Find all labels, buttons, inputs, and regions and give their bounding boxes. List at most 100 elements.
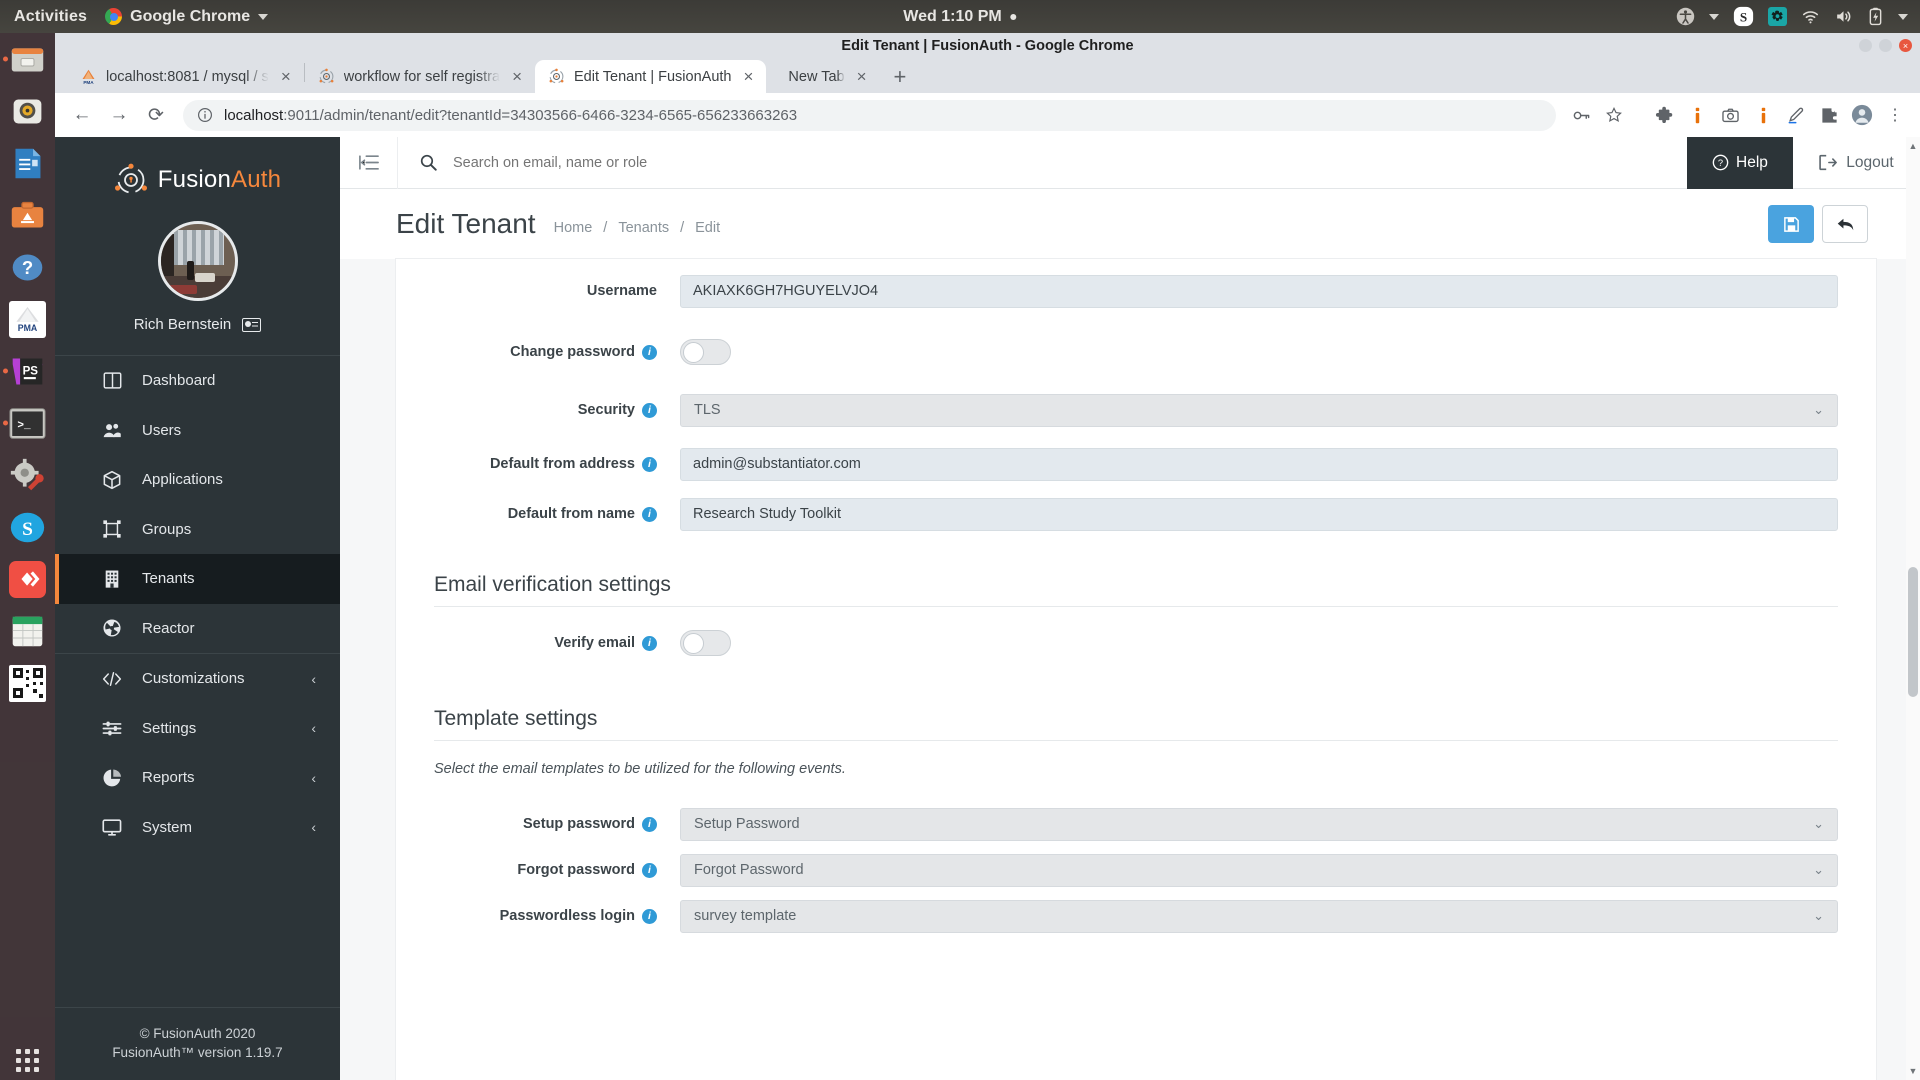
- dock-item-ubuntu-software[interactable]: [0, 189, 55, 241]
- pen-icon[interactable]: [1781, 100, 1811, 130]
- extensions-icon[interactable]: [1814, 100, 1844, 130]
- sidebar-item-tenants[interactable]: Tenants: [55, 554, 340, 604]
- browser-tab-4[interactable]: New Tab ×: [766, 60, 879, 93]
- info-icon[interactable]: i: [642, 403, 657, 418]
- star-icon[interactable]: [1599, 100, 1629, 130]
- info-orange-icon[interactable]: [1682, 100, 1712, 130]
- info-icon[interactable]: i: [642, 636, 657, 651]
- dock-item-phpmyadmin[interactable]: PMA: [0, 293, 55, 345]
- default-from-name-input[interactable]: Research Study Toolkit: [680, 498, 1838, 531]
- avatar[interactable]: [158, 221, 238, 301]
- page-scrollbar[interactable]: ▲ ▼: [1906, 137, 1920, 1080]
- passwordless-login-select[interactable]: survey template ⌄: [680, 900, 1838, 933]
- clock-button[interactable]: Wed 1:10 PM: [903, 8, 1016, 26]
- info-icon[interactable]: i: [642, 817, 657, 832]
- app-menu-chrome[interactable]: Google Chrome: [105, 8, 268, 26]
- avatar[interactable]: [1847, 100, 1877, 130]
- dock-item-qr-app[interactable]: [0, 657, 55, 709]
- browser-tab-3-active[interactable]: Edit Tenant | FusionAuth ×: [535, 60, 766, 93]
- info-icon[interactable]: i: [642, 345, 657, 360]
- chevron-down-icon[interactable]: [1709, 14, 1719, 20]
- change-password-toggle[interactable]: [680, 339, 731, 365]
- menu-icon[interactable]: ⋮: [1880, 100, 1910, 130]
- breadcrumb-home[interactable]: Home: [554, 220, 593, 236]
- username-input[interactable]: AKIAXK6GH7HGUYELVJO4: [680, 275, 1838, 308]
- camera-icon[interactable]: [1715, 100, 1745, 130]
- scroll-down-icon[interactable]: ▼: [1908, 1066, 1918, 1076]
- info-orange2-icon[interactable]: [1748, 100, 1778, 130]
- page-info-icon[interactable]: [197, 107, 213, 123]
- sidebar-item-customizations[interactable]: Customizations ‹: [55, 654, 340, 704]
- dock-item-anydesk[interactable]: [0, 553, 55, 605]
- sidebar-user-name[interactable]: Rich Bernstein: [134, 316, 262, 333]
- volume-icon[interactable]: [1834, 7, 1853, 26]
- sidebar-item-users[interactable]: Users: [55, 406, 340, 456]
- address-bar[interactable]: localhost:9011/admin/tenant/edit?tenantI…: [183, 100, 1556, 131]
- reload-button[interactable]: ⟳: [139, 98, 173, 132]
- logout-button[interactable]: Logout: [1793, 137, 1920, 189]
- info-icon[interactable]: i: [642, 863, 657, 878]
- search-input[interactable]: [453, 155, 933, 171]
- close-tab-icon[interactable]: ×: [509, 66, 525, 87]
- battery-icon[interactable]: [1867, 7, 1884, 26]
- forward-button[interactable]: →: [102, 98, 136, 132]
- close-tab-icon[interactable]: ×: [278, 66, 294, 87]
- scrollbar-thumb[interactable]: [1908, 567, 1918, 697]
- dock-item-sound-recorder[interactable]: [0, 85, 55, 137]
- sidebar-item-settings[interactable]: Settings ‹: [55, 704, 340, 754]
- security-select[interactable]: TLS ⌄: [680, 394, 1838, 427]
- maximize-button[interactable]: [1879, 39, 1892, 52]
- minimize-button[interactable]: [1859, 39, 1872, 52]
- save-button[interactable]: [1768, 205, 1814, 243]
- close-tab-icon[interactable]: ×: [854, 66, 870, 87]
- dock-item-help[interactable]: ?: [0, 241, 55, 293]
- wifi-icon[interactable]: [1801, 7, 1820, 26]
- browser-tab-1[interactable]: PMA localhost:8081 / mysql / s ×: [67, 60, 304, 93]
- sidebar-item-reports[interactable]: Reports ‹: [55, 753, 340, 803]
- chevron-down-icon[interactable]: [1898, 14, 1908, 20]
- sidebar-item-label: Settings: [142, 720, 196, 737]
- dock-item-skype[interactable]: S: [0, 501, 55, 553]
- skype-icon[interactable]: S: [1733, 6, 1754, 27]
- breadcrumb-tenants[interactable]: Tenants: [618, 220, 669, 236]
- activities-button[interactable]: Activities: [14, 8, 87, 26]
- puzzle-icon[interactable]: [1649, 100, 1679, 130]
- browser-tab-2[interactable]: workflow for self registra ×: [305, 60, 535, 93]
- verify-email-toggle[interactable]: [680, 630, 731, 656]
- dock-item-terminal[interactable]: >_: [0, 397, 55, 449]
- info-icon[interactable]: i: [642, 507, 657, 522]
- chevron-down-icon: [258, 14, 268, 20]
- global-search[interactable]: [398, 154, 1687, 171]
- close-tab-icon[interactable]: ×: [740, 66, 756, 87]
- collapse-sidebar-button[interactable]: [340, 137, 398, 189]
- id-card-icon[interactable]: [242, 318, 261, 332]
- fusionauth-logo[interactable]: FusionAuth: [55, 137, 340, 217]
- dock-item-spreadsheet[interactable]: [0, 605, 55, 657]
- sidebar-item-dashboard[interactable]: Dashboard: [55, 356, 340, 406]
- sidebar-item-groups[interactable]: Groups: [55, 505, 340, 555]
- dock-item-files[interactable]: [0, 33, 55, 85]
- default-from-address-input[interactable]: admin@substantiator.com: [680, 448, 1838, 481]
- setup-password-select[interactable]: Setup Password ⌄: [680, 808, 1838, 841]
- sidebar-item-reactor[interactable]: Reactor: [55, 604, 340, 654]
- sidebar-item-label: Customizations: [142, 670, 245, 687]
- sidebar-item-system[interactable]: System ‹: [55, 803, 340, 853]
- new-tab-button[interactable]: +: [894, 66, 907, 88]
- app-teal-icon[interactable]: [1768, 7, 1787, 26]
- forgot-password-select[interactable]: Forgot Password ⌄: [680, 854, 1838, 887]
- key-icon[interactable]: [1566, 100, 1596, 130]
- form-area: Username AKIAXK6GH7HGUYELVJO4 Change pas…: [340, 259, 1920, 1080]
- close-window-button[interactable]: ×: [1899, 39, 1912, 52]
- sidebar-item-applications[interactable]: Applications: [55, 455, 340, 505]
- scroll-up-icon[interactable]: ▲: [1908, 141, 1918, 151]
- dock-item-phpstorm[interactable]: PS: [0, 345, 55, 397]
- dock-item-libreoffice-writer[interactable]: [0, 137, 55, 189]
- dock-item-settings-tools[interactable]: [0, 449, 55, 501]
- show-applications-button[interactable]: [0, 1049, 55, 1072]
- back-button[interactable]: [1822, 205, 1868, 243]
- info-icon[interactable]: i: [642, 909, 657, 924]
- back-button[interactable]: ←: [65, 98, 99, 132]
- help-button[interactable]: ? Help: [1687, 137, 1793, 189]
- info-icon[interactable]: i: [642, 457, 657, 472]
- accessibility-icon[interactable]: [1676, 7, 1695, 26]
